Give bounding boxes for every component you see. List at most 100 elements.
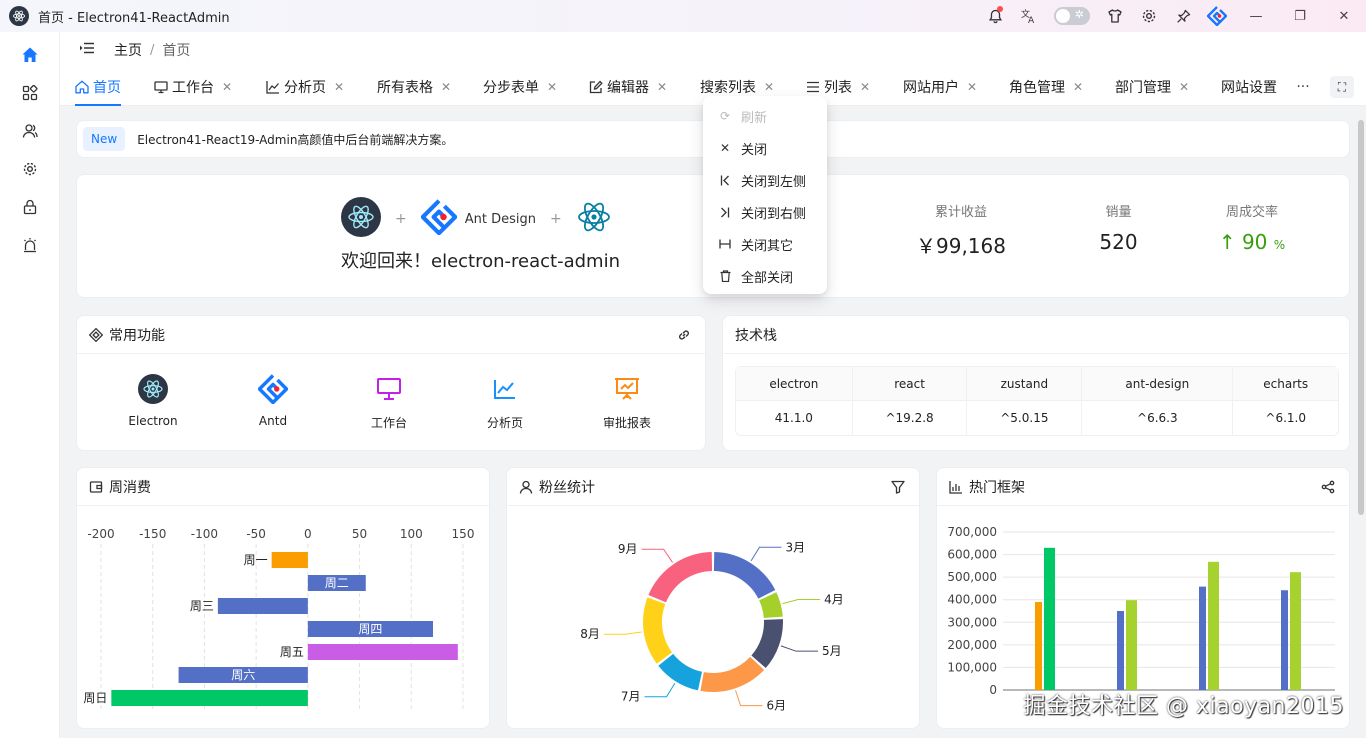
close-button[interactable]: ✕ xyxy=(1322,0,1366,32)
tab-roles[interactable]: 角色管理 ✕ xyxy=(1009,68,1083,106)
tab-all-tables[interactable]: 所有表格 ✕ xyxy=(377,68,451,106)
gear-icon[interactable] xyxy=(1132,0,1166,32)
menu-item-close-left[interactable]: 关闭到左侧 xyxy=(703,164,827,196)
link-icon[interactable] xyxy=(677,328,691,346)
filter-icon[interactable] xyxy=(891,480,905,498)
quick-analysis[interactable]: 分析页 xyxy=(455,374,555,431)
bar xyxy=(1290,572,1301,690)
x-tick-label: -100 xyxy=(191,527,218,541)
x-tick-label: -200 xyxy=(87,527,114,541)
delete-icon xyxy=(719,270,731,282)
bar xyxy=(307,644,458,660)
bar-label: 周六 xyxy=(231,668,255,682)
y-tick-label: 300,000 xyxy=(947,615,997,629)
new-badge: New xyxy=(83,127,126,151)
user-icon xyxy=(519,480,533,494)
stat-conversion: 周成交率 ↑ 90 % xyxy=(1218,205,1286,254)
fans-donut-chart: 3月 4月 5月 6月 7月 8月 9月 xyxy=(580,540,844,712)
shirt-icon[interactable] xyxy=(1098,0,1132,32)
notice-text: Electron41-React19-Admin高颜值中后台前端解决方案。 xyxy=(137,132,454,147)
tab-close-icon[interactable]: ✕ xyxy=(967,80,977,94)
breadcrumb-current: 首页 xyxy=(162,43,191,59)
users-icon[interactable] xyxy=(0,112,60,150)
menu-fold-icon[interactable] xyxy=(80,42,96,58)
tab-close-icon[interactable]: ✕ xyxy=(222,80,232,94)
bell-icon[interactable] xyxy=(978,0,1012,32)
bar-label: 周一 xyxy=(244,553,268,567)
home-outline-icon xyxy=(75,80,89,94)
theme-toggle[interactable]: ✲ xyxy=(1054,7,1090,25)
bar xyxy=(1126,600,1137,690)
tech-stack-card: 技术栈 electron react zustand ant-design ec… xyxy=(722,315,1350,451)
quick-antd[interactable]: Antd xyxy=(223,374,323,428)
antd-logo-icon[interactable] xyxy=(1200,0,1234,32)
translate-icon[interactable]: 文A xyxy=(1012,0,1046,32)
quick-electron[interactable]: Electron xyxy=(103,374,203,428)
tab-step-form[interactable]: 分步表单 ✕ xyxy=(483,68,557,106)
alarm-icon[interactable] xyxy=(0,226,60,264)
watermark-text: 掘金技术社区 @ xiaoyan2015 xyxy=(1023,694,1344,719)
tech-stack-table: electron react zustand ant-design echart… xyxy=(735,366,1339,436)
settings-icon[interactable] xyxy=(0,150,60,188)
slice-label: 4月 xyxy=(824,593,844,607)
tab-close-icon[interactable]: ✕ xyxy=(657,80,667,94)
bar xyxy=(217,598,308,614)
tab-close-icon[interactable]: ✕ xyxy=(764,80,774,94)
tab-home[interactable]: 首页 xyxy=(75,68,121,106)
page-scrollbar[interactable] xyxy=(1358,120,1364,515)
common-functions-title: 常用功能 xyxy=(109,327,165,344)
apps-icon[interactable] xyxy=(0,74,60,112)
table-header: react xyxy=(852,367,968,401)
lock-icon[interactable] xyxy=(0,188,60,226)
tabs-more-button[interactable]: ··· xyxy=(1288,68,1318,106)
welcome-greeting: 欢迎回来！electron-react-admin xyxy=(341,251,620,272)
minimize-button[interactable]: — xyxy=(1234,0,1278,32)
line-chart-icon xyxy=(455,374,555,404)
tab-analysis[interactable]: 分析页 ✕ xyxy=(266,68,344,106)
bar xyxy=(1281,590,1288,690)
menu-item-refresh[interactable]: ⟳ 刷新 xyxy=(703,100,827,132)
pin-icon[interactable] xyxy=(1166,0,1200,32)
x-tick-label: -50 xyxy=(246,527,266,541)
menu-item-close-right[interactable]: 关闭到右侧 xyxy=(703,196,827,228)
list-icon xyxy=(806,80,820,94)
label-line xyxy=(644,682,676,698)
tab-close-icon[interactable]: ✕ xyxy=(441,80,451,94)
menu-item-close[interactable]: ✕ 关闭 xyxy=(703,132,827,164)
share-icon[interactable] xyxy=(1321,480,1335,498)
tab-close-icon[interactable]: ✕ xyxy=(547,80,557,94)
menu-item-close-others[interactable]: 关闭其它 xyxy=(703,228,827,260)
tab-close-icon[interactable]: ✕ xyxy=(1073,80,1083,94)
electron-icon xyxy=(103,374,203,404)
tab-site-settings[interactable]: 网站设置 xyxy=(1221,68,1277,106)
tab-editor[interactable]: 编辑器 ✕ xyxy=(589,68,667,106)
logo-row: + Ant Design + xyxy=(341,197,612,241)
donut-slice xyxy=(648,552,713,603)
fans-stats-card: 粉丝统计 3月 4月 5月 6月 7月 8月 9月 xyxy=(506,467,920,729)
close-left-icon xyxy=(719,175,731,186)
antd-icon xyxy=(223,374,323,404)
tab-close-icon[interactable]: ✕ xyxy=(334,80,344,94)
maximize-button[interactable]: ❐ xyxy=(1278,0,1322,32)
home-icon[interactable] xyxy=(0,36,60,74)
line-chart-icon xyxy=(266,80,280,94)
tab-departments[interactable]: 部门管理 ✕ xyxy=(1115,68,1189,106)
slice-label: 7月 xyxy=(621,690,641,704)
desktop-icon xyxy=(154,80,168,94)
slice-label: 9月 xyxy=(618,542,638,556)
tab-close-icon[interactable]: ✕ xyxy=(1179,80,1189,94)
tab-close-icon[interactable]: ✕ xyxy=(860,80,870,94)
quick-workbench[interactable]: 工作台 xyxy=(339,374,439,431)
app-logo-icon xyxy=(9,6,29,26)
stat-sales: 销量 520 xyxy=(1099,205,1138,254)
weekly-spending-chart: -200 -150 -100 -50 0 50 100 150 周一周二周三周四周五周六周日 xyxy=(83,527,474,712)
tab-site-users[interactable]: 网站用户 ✕ xyxy=(903,68,977,106)
title-bar: 首页 - Electron41-ReactAdmin 文A ✲ — ❐ ✕ xyxy=(0,0,1366,32)
fullscreen-icon[interactable]: ⛶ xyxy=(1330,76,1354,98)
tab-workbench[interactable]: 工作台 ✕ xyxy=(154,68,232,106)
breadcrumb-root[interactable]: 主页 xyxy=(114,40,142,60)
menu-item-close-all[interactable]: 全部关闭 xyxy=(703,260,827,292)
common-functions-card: 常用功能 Electron Antd 工作台 分析页 审批报表 xyxy=(76,315,706,451)
table-cell: ^5.0.15 xyxy=(967,401,1083,435)
quick-approval-report[interactable]: 审批报表 xyxy=(577,374,677,431)
